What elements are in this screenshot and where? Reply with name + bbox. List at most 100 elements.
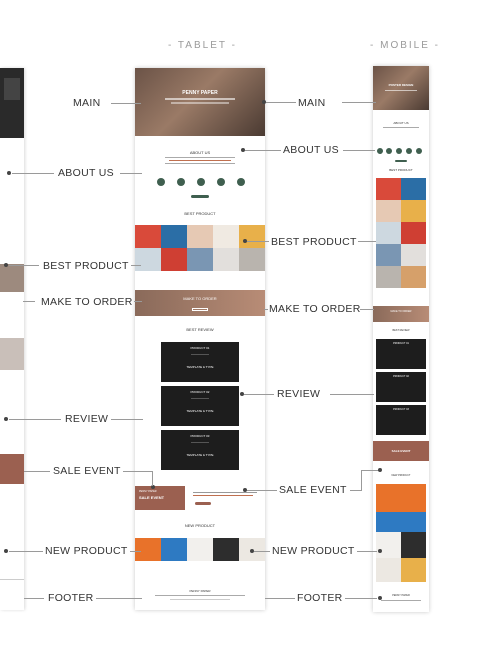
tablet-order-title: MAKE TO ORDER (183, 296, 217, 301)
mobile-about-icon-5 (416, 148, 422, 154)
mobile-footer-links[interactable] (381, 600, 421, 601)
marker-mobile-sale (378, 468, 382, 472)
marker-mobile-new (378, 549, 382, 553)
tablet-column-title: - TABLET - (168, 40, 237, 51)
tablet-about-icon-1 (157, 178, 165, 186)
mobile-hero (373, 66, 429, 110)
marker-mobile-footer (378, 596, 382, 600)
tablet-best-item-2[interactable] (161, 225, 187, 248)
tablet-new-item-3[interactable] (187, 538, 213, 561)
connector-right-review (330, 394, 374, 395)
mobile-review-card-3-title: PRODUCT 03 (393, 408, 409, 411)
tablet-order-button[interactable] (192, 308, 208, 311)
tablet-review-card-1-title: PRODUCT 01 (190, 346, 210, 350)
tablet-review-card-3[interactable]: PRODUCT 03 TEMPLATE & TYPE (161, 430, 239, 470)
tablet-review-card-3-title: PRODUCT 03 (190, 434, 210, 438)
mobile-best-item-6[interactable] (401, 222, 426, 244)
label-left-sale: SALE EVENT (53, 465, 121, 477)
mobile-sale-title: SALE EVENT (391, 449, 411, 453)
mobile-best-item-3[interactable] (376, 200, 401, 222)
tablet-about-text-2 (165, 163, 235, 164)
mobile-new-item-1[interactable] (376, 484, 426, 512)
mobile-preview: POSTER DESIGN ABOUT US BEST PRODUCT MAKE… (373, 66, 429, 612)
tablet-sale-text (193, 492, 257, 493)
mobile-best-item-5[interactable] (376, 222, 401, 244)
tablet-best-item-9[interactable] (213, 248, 239, 271)
mobile-review-card-1-title: PRODUCT 01 (393, 342, 409, 345)
mobile-about-icon-4 (406, 148, 412, 154)
tablet-new-item-2[interactable] (161, 538, 187, 561)
mobile-about-icon-2 (386, 148, 392, 154)
mobile-review-card-2-title: PRODUCT 02 (393, 375, 409, 378)
mobile-new-item-3[interactable] (376, 532, 401, 558)
tablet-best-item-10[interactable] (239, 248, 265, 271)
mobile-best-item-10[interactable] (401, 266, 426, 288)
tablet-best-item-1[interactable] (135, 225, 161, 248)
label-right-review: REVIEW (277, 388, 321, 400)
marker-desktop-best (4, 263, 8, 267)
tablet-about-icon-2 (177, 178, 185, 186)
mobile-new-item-4[interactable] (401, 532, 426, 558)
tablet-best-item-8[interactable] (187, 248, 213, 271)
connector-desktop-new (9, 551, 43, 552)
label-right-new: NEW PRODUCT (272, 545, 355, 557)
tablet-about-more-button[interactable] (191, 195, 209, 198)
connector-left-main (111, 103, 141, 104)
tablet-footer-links[interactable] (155, 595, 245, 596)
tablet-review-card-2[interactable]: PRODUCT 02 TEMPLATE & TYPE (161, 386, 239, 426)
tablet-best-item-6[interactable] (135, 248, 161, 271)
connector-right-sale-end (361, 470, 379, 471)
mobile-review-card-3[interactable]: PRODUCT 03 (376, 405, 426, 435)
label-right-best: BEST PRODUCT (271, 236, 357, 248)
mobile-best-item-1[interactable] (376, 178, 401, 200)
mobile-about-text (383, 127, 419, 128)
connector-left-about (120, 173, 142, 174)
tablet-sale-button[interactable] (195, 502, 211, 505)
tablet-best-item-7[interactable] (161, 248, 187, 271)
tablet-best-item-5[interactable] (239, 225, 265, 248)
mobile-best-item-7[interactable] (376, 244, 401, 266)
mobile-review-card-2[interactable]: PRODUCT 02 (376, 372, 426, 402)
mobile-new-item-2[interactable] (376, 512, 426, 532)
mobile-review-title: BEST REVIEW (392, 329, 410, 332)
connector-tablet-main (266, 102, 296, 103)
mobile-best-item-8[interactable] (401, 244, 426, 266)
connector-left-best (131, 265, 141, 266)
desktop-footer-divider (0, 579, 24, 580)
tablet-about-icon-4 (217, 178, 225, 186)
mobile-about-more-button[interactable] (395, 160, 407, 162)
mobile-review-card-1[interactable]: PRODUCT 01 (376, 339, 426, 369)
connector-tablet-new (254, 551, 270, 552)
desktop-order-image (0, 264, 24, 292)
tablet-review-card-1-text: TEMPLATE & TYPE (186, 365, 214, 369)
tablet-review-card-1[interactable]: PRODUCT 01 TEMPLATE & TYPE (161, 342, 239, 382)
mobile-best-item-9[interactable] (376, 266, 401, 288)
connector-right-about (343, 150, 375, 151)
tablet-new-item-4[interactable] (213, 538, 239, 561)
tablet-footer-title: PENNY PAPER (189, 589, 211, 593)
mobile-new-item-6[interactable] (401, 558, 426, 582)
tablet-review-card-2-title: PRODUCT 02 (190, 390, 210, 394)
connector-left-order (134, 301, 142, 302)
connector-desktop-best (9, 265, 39, 266)
connector-tablet-best (247, 241, 269, 242)
tablet-about-icon-5 (237, 178, 245, 186)
marker-desktop-about (7, 171, 11, 175)
tablet-best-item-4[interactable] (213, 225, 239, 248)
label-left-review: REVIEW (65, 413, 109, 425)
label-right-order: MAKE TO ORDER (269, 303, 361, 315)
label-left-best: BEST PRODUCT (43, 260, 129, 272)
connector-desktop-footer (24, 598, 44, 599)
tablet-best-item-3[interactable] (187, 225, 213, 248)
label-right-main: MAIN (298, 97, 326, 109)
connector-right-best (358, 241, 376, 242)
mobile-new-item-5[interactable] (376, 558, 401, 582)
tablet-best-title: BEST PRODUCT (184, 211, 216, 216)
connector-right-footer (345, 598, 377, 599)
mobile-best-item-2[interactable] (401, 178, 426, 200)
tablet-footer-copyright (170, 599, 230, 600)
mobile-best-title: BEST PRODUCT (389, 168, 413, 172)
tablet-new-item-1[interactable] (135, 538, 161, 561)
label-left-about: ABOUT US (58, 167, 114, 179)
mobile-best-item-4[interactable] (401, 200, 426, 222)
